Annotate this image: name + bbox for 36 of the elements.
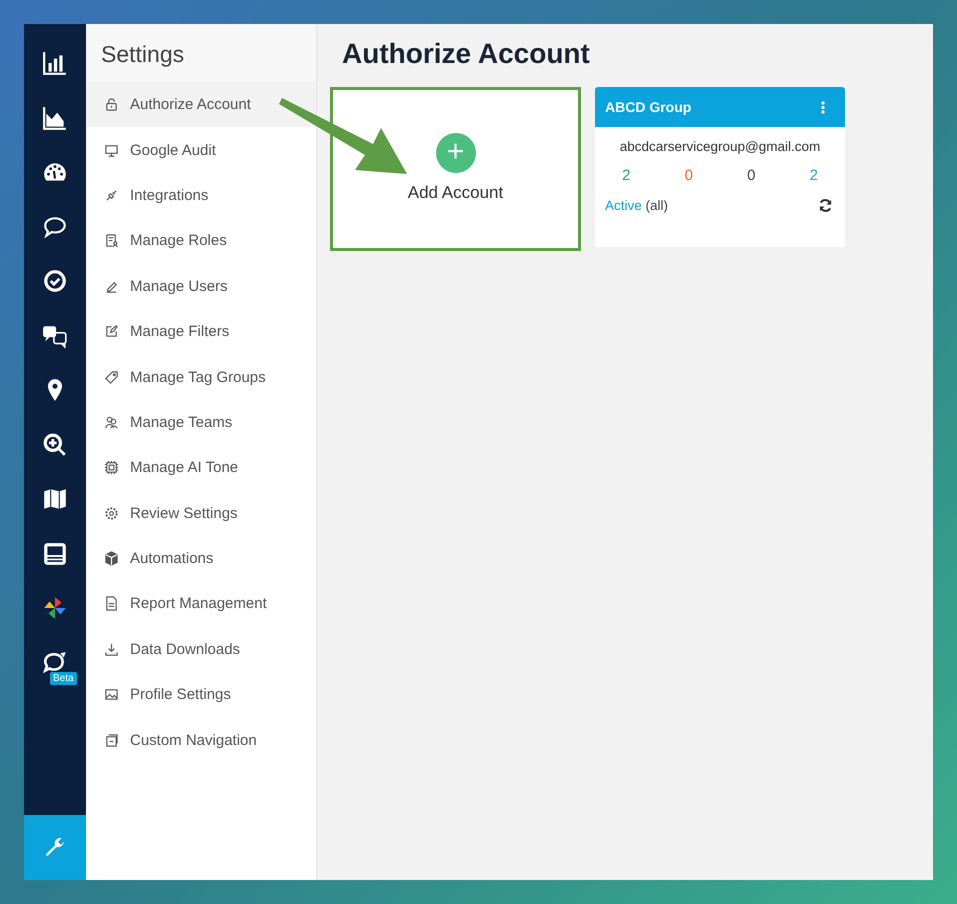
count-value: 2: [810, 167, 818, 184]
account-email: abcdcarservicegroup@gmail.com: [618, 139, 822, 154]
edit-icon: [104, 324, 119, 340]
refresh-icon[interactable]: [818, 198, 833, 213]
file-icon: [104, 596, 119, 612]
count-value: 0: [684, 167, 693, 184]
window-icon: [104, 732, 119, 748]
beta-bubble-icon: [42, 650, 68, 676]
pinwheel-icon: [42, 595, 68, 622]
chip-icon: [104, 460, 119, 476]
beta-badge: Beta: [50, 672, 77, 684]
bar-chart-icon: [42, 50, 68, 76]
check-circle-icon: [42, 268, 68, 294]
lock-icon: [104, 97, 119, 112]
users-icon: [104, 414, 119, 430]
download-icon: [104, 642, 119, 657]
settings-title: Settings: [86, 24, 316, 82]
count-value: 2: [622, 167, 630, 184]
gear-icon: [104, 506, 119, 521]
account-name: ABCD Group: [605, 99, 692, 115]
add-account-tile[interactable]: + Add Account: [330, 87, 581, 251]
status-note: (all): [646, 198, 668, 213]
page-title: Authorize Account: [342, 38, 591, 70]
settings-menu-item[interactable]: Authorize Account: [86, 82, 316, 128]
plug-icon: [104, 188, 119, 203]
image-icon: [104, 687, 119, 702]
monitor-icon: [104, 142, 119, 158]
zoom-in-icon: [42, 432, 68, 458]
more-options-icon[interactable]: [821, 100, 825, 114]
count-value: 0: [747, 167, 756, 184]
cube-icon: [104, 551, 119, 566]
doc-user-icon: [104, 233, 119, 248]
panel-icon: [42, 540, 68, 567]
area-chart-icon: [42, 104, 68, 131]
tag-icon: [104, 370, 119, 385]
plus-icon: +: [436, 133, 476, 173]
